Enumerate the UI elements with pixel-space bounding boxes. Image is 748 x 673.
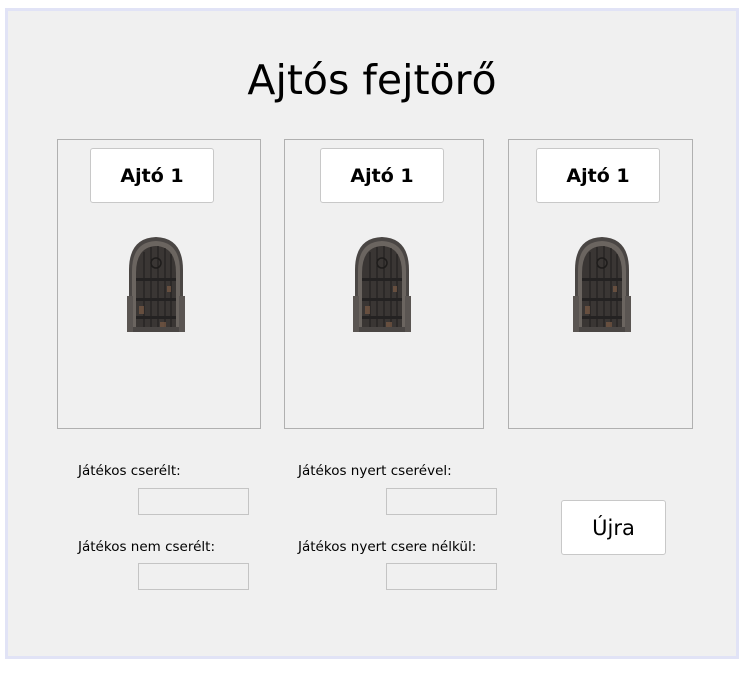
door-icon[interactable]: [573, 236, 631, 332]
page-title: Ajtós fejtörő: [247, 56, 497, 104]
reset-button[interactable]: Újra: [561, 500, 666, 555]
won-with-switch-label: Játékos nyert cserével:: [298, 463, 452, 479]
switched-field: [138, 488, 249, 515]
door-panel-3: Ajtó 1: [508, 139, 693, 429]
won-with-switch-field: [386, 488, 497, 515]
won-without-switch-field: [386, 563, 497, 590]
not-switched-label: Játékos nem cserélt:: [78, 539, 215, 555]
app-window: Ajtós fejtörő Ajtó 1 Ajtó 1 Ajtó 1 Játék…: [5, 8, 739, 659]
door-icon[interactable]: [353, 236, 411, 332]
door-1-button[interactable]: Ajtó 1: [90, 148, 214, 203]
won-without-switch-label: Játékos nyert csere nélkül:: [298, 539, 477, 555]
door-icon[interactable]: [127, 236, 185, 332]
switched-label: Játékos cserélt:: [78, 463, 181, 479]
not-switched-field: [138, 563, 249, 590]
door-2-button[interactable]: Ajtó 1: [320, 148, 444, 203]
door-panel-2: Ajtó 1: [284, 139, 484, 429]
door-3-button[interactable]: Ajtó 1: [536, 148, 660, 203]
door-panel-1: Ajtó 1: [57, 139, 261, 429]
